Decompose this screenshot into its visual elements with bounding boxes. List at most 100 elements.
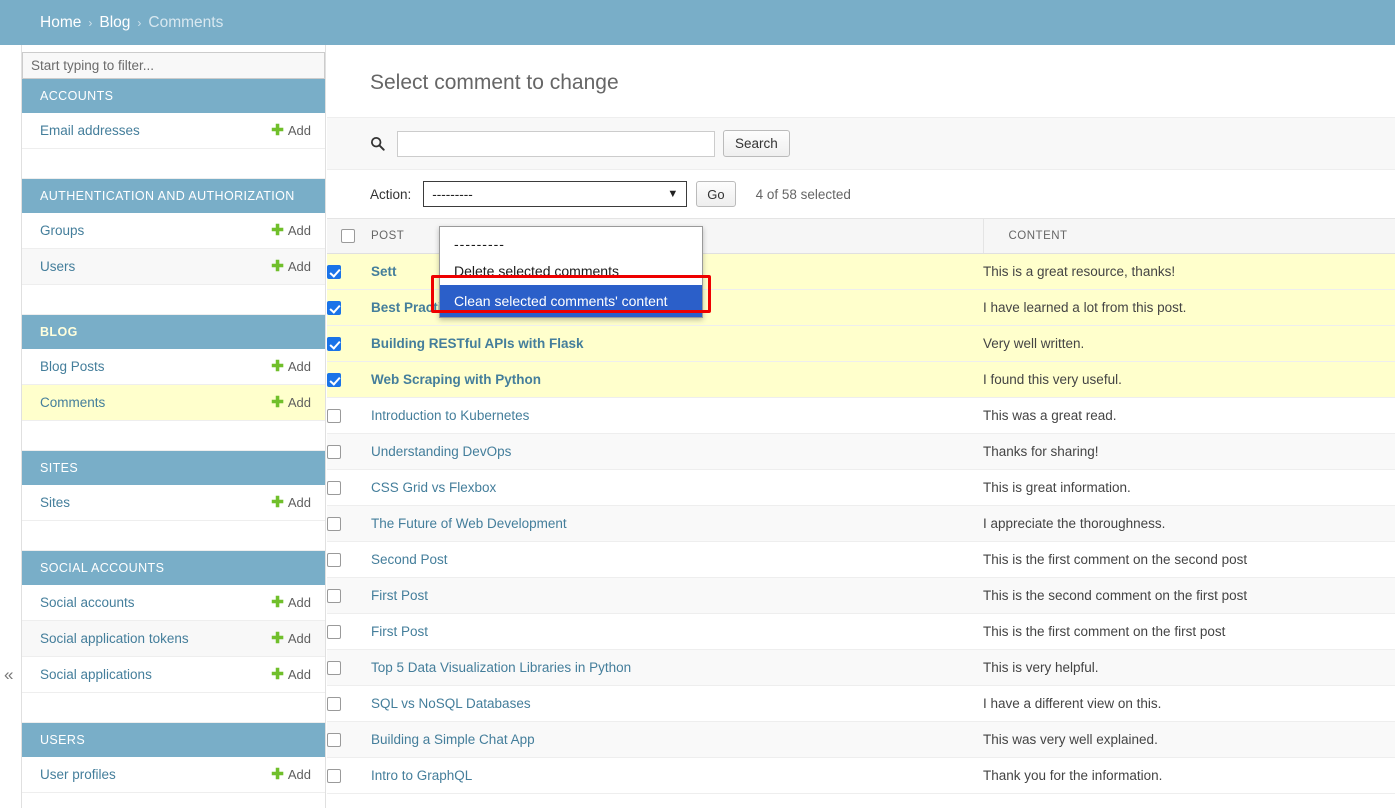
post-link[interactable]: Top 5 Data Visualization Libraries in Py… [371, 660, 631, 675]
post-link[interactable]: Web Scraping with Python [371, 372, 541, 387]
row-checkbox[interactable] [327, 769, 341, 784]
row-checkbox[interactable] [327, 481, 341, 496]
action-select[interactable]: --------- ▼ [423, 181, 688, 207]
sidebar-item-sites[interactable]: Sites ✚ Add [22, 485, 325, 521]
table-row[interactable]: SQL vs NoSQL Databases I have a different… [327, 685, 1395, 722]
row-checkbox[interactable] [327, 409, 341, 424]
row-checkbox[interactable] [327, 445, 341, 460]
row-checkbox[interactable] [327, 301, 341, 316]
sidebar-add-link[interactable]: ✚ Add [271, 123, 311, 138]
post-link[interactable]: Building RESTful APIs with Flask [371, 336, 584, 351]
row-checkbox-cell [327, 433, 371, 470]
go-button[interactable]: Go [696, 181, 736, 207]
sidebar-app-title[interactable]: SITES [22, 451, 325, 485]
row-checkbox[interactable] [327, 553, 341, 568]
row-checkbox-cell [327, 505, 371, 542]
table-row[interactable]: CSS Grid vs Flexbox This is great informa… [327, 469, 1395, 506]
search-button[interactable]: Search [723, 130, 790, 157]
sidebar-add-link[interactable]: ✚ Add [271, 495, 311, 510]
table-row[interactable]: The Future of Web Development I appreciat… [327, 505, 1395, 542]
table-row[interactable]: Intro to GraphQL Thank you for the inform… [327, 757, 1395, 794]
sidebar-item-social-accounts[interactable]: Social accounts ✚ Add [22, 585, 325, 621]
table-row[interactable]: Top 5 Data Visualization Libraries in Py… [327, 649, 1395, 686]
post-link[interactable]: Sett [371, 264, 397, 279]
select-all-checkbox[interactable] [341, 229, 355, 243]
sidebar-item-label[interactable]: Social application tokens [40, 631, 189, 646]
action-option-1[interactable]: Delete selected comments [440, 257, 702, 285]
sidebar-item-label[interactable]: Sites [40, 495, 70, 510]
sidebar-add-link[interactable]: ✚ Add [271, 259, 311, 274]
search-input[interactable] [397, 130, 715, 157]
sidebar-item-label[interactable]: Social applications [40, 667, 152, 682]
action-toolbar: Action: --------- ▼ Go 4 of 58 selected [327, 170, 1395, 218]
post-link[interactable]: SQL vs NoSQL Databases [371, 696, 531, 711]
sidebar-app-title[interactable]: BLOG [22, 315, 325, 349]
table-row[interactable]: Building a Simple Chat App This was very … [327, 721, 1395, 758]
sidebar-app-sites: SITES Sites ✚ Add [22, 451, 325, 521]
sidebar-collapse-toggle[interactable]: « [4, 665, 20, 685]
sidebar-filter-input[interactable] [22, 52, 325, 79]
sidebar-item-label[interactable]: Groups [40, 223, 84, 238]
sidebar-add-link[interactable]: ✚ Add [271, 667, 311, 682]
sidebar-app-title[interactable]: AUTHENTICATION AND AUTHORIZATION [22, 179, 325, 213]
sidebar-add-link[interactable]: ✚ Add [271, 223, 311, 238]
content-cell: I found this very useful. [983, 361, 1395, 398]
post-link[interactable]: First Post [371, 588, 428, 603]
sidebar-item-groups[interactable]: Groups ✚ Add [22, 213, 325, 249]
row-checkbox[interactable] [327, 661, 341, 676]
action-dropdown-list[interactable]: --------- Delete selected comments Clean s… [439, 226, 703, 318]
row-checkbox[interactable] [327, 265, 341, 280]
sidebar-item-users[interactable]: Users ✚ Add [22, 249, 325, 285]
table-row[interactable]: Building RESTful APIs with Flask Very wel… [327, 325, 1395, 362]
post-cell: Introduction to Kubernetes [371, 397, 983, 434]
post-link[interactable]: CSS Grid vs Flexbox [371, 480, 496, 495]
row-checkbox[interactable] [327, 517, 341, 532]
sidebar-item-label[interactable]: Social accounts [40, 595, 135, 610]
table-row[interactable]: First Post This is the first comment on t… [327, 613, 1395, 650]
table-row[interactable]: Web Scraping with Python I found this ver… [327, 361, 1395, 398]
sidebar-item-label[interactable]: Users [40, 259, 75, 274]
sidebar-item-social-applications[interactable]: Social applications ✚ Add [22, 657, 325, 693]
table-row[interactable]: Understanding DevOps Thanks for sharing! [327, 433, 1395, 470]
sidebar-app-title[interactable]: SOCIAL ACCOUNTS [22, 551, 325, 585]
row-checkbox-cell [327, 253, 371, 290]
row-checkbox[interactable] [327, 625, 341, 640]
row-checkbox[interactable] [327, 697, 341, 712]
sidebar-item-label[interactable]: Blog Posts [40, 359, 105, 374]
table-row[interactable]: Introduction to Kubernetes This was a gre… [327, 397, 1395, 434]
sidebar-add-link[interactable]: ✚ Add [271, 595, 311, 610]
table-row[interactable]: Second Post This is the first comment on … [327, 541, 1395, 578]
sidebar-app-title[interactable]: USERS [22, 723, 325, 757]
sidebar-item-label[interactable]: Comments [40, 395, 105, 410]
sidebar-item-blog-posts[interactable]: Blog Posts ✚ Add [22, 349, 325, 385]
post-link[interactable]: Second Post [371, 552, 448, 567]
post-link[interactable]: Intro to GraphQL [371, 768, 472, 783]
row-checkbox[interactable] [327, 733, 341, 748]
sidebar-item-comments[interactable]: Comments ✚ Add [22, 385, 325, 421]
row-checkbox[interactable] [327, 373, 341, 388]
table-row[interactable]: First Post This is the second comment on … [327, 577, 1395, 614]
sidebar-item-label[interactable]: User profiles [40, 767, 116, 782]
post-link[interactable]: The Future of Web Development [371, 516, 567, 531]
post-link[interactable]: First Post [371, 624, 428, 639]
breadcrumb-item-home[interactable]: Home [40, 14, 81, 32]
post-link[interactable]: Building a Simple Chat App [371, 732, 535, 747]
column-header-content[interactable]: CONTENT [983, 218, 1395, 254]
post-link[interactable]: Introduction to Kubernetes [371, 408, 529, 423]
sidebar-add-link[interactable]: ✚ Add [271, 359, 311, 374]
sidebar-add-link[interactable]: ✚ Add [271, 767, 311, 782]
row-checkbox[interactable] [327, 337, 341, 352]
row-checkbox-cell [327, 613, 371, 650]
sidebar-item-user-profiles[interactable]: User profiles ✚ Add [22, 757, 325, 793]
action-option-0[interactable]: --------- [440, 231, 702, 257]
sidebar-add-link[interactable]: ✚ Add [271, 631, 311, 646]
breadcrumb-item-blog[interactable]: Blog [99, 14, 130, 32]
sidebar-item-social-application-tokens[interactable]: Social application tokens ✚ Add [22, 621, 325, 657]
post-link[interactable]: Understanding DevOps [371, 444, 511, 459]
sidebar-app-title[interactable]: ACCOUNTS [22, 79, 325, 113]
sidebar-add-link[interactable]: ✚ Add [271, 395, 311, 410]
sidebar-item-label[interactable]: Email addresses [40, 123, 140, 138]
sidebar-item-email-addresses[interactable]: Email addresses ✚ Add [22, 113, 325, 149]
action-option-2[interactable]: Clean selected comments' content [440, 285, 702, 317]
row-checkbox[interactable] [327, 589, 341, 604]
